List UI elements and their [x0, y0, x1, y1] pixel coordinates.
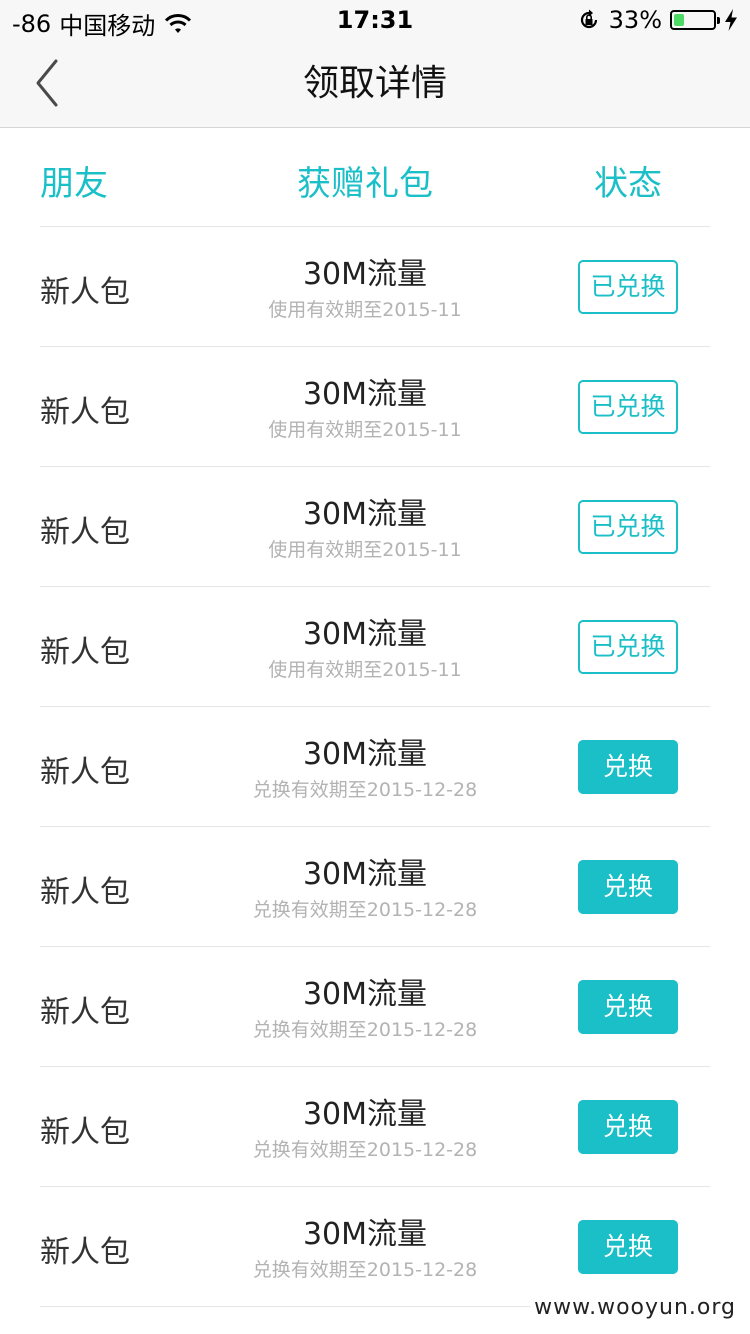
watermark: www.wooyun.org [530, 1295, 740, 1320]
table-row: 新人包 30M流量 兑换有效期至2015-12-28 兑换 [40, 827, 710, 947]
table-row: 新人包 30M流量 兑换有效期至2015-12-28 兑换 [40, 707, 710, 827]
redeemed-button[interactable]: 已兑换 [578, 620, 678, 674]
chevron-left-icon[interactable] [22, 54, 82, 114]
redeem-button[interactable]: 兑换 [578, 1100, 678, 1154]
table-header: 朋友 获赠礼包 状态 [40, 128, 710, 227]
status-bar-right: 33% [577, 6, 738, 34]
redeem-button[interactable]: 兑换 [578, 740, 678, 794]
page-title: 领取详情 [302, 63, 447, 104]
header-gift: 获赠礼包 [297, 164, 433, 204]
gift-list: 新人包 30M流量 使用有效期至2015-11 已兑换 新人包 30M流量 使用… [40, 227, 710, 1307]
redeem-button[interactable]: 兑换 [578, 860, 678, 914]
charging-bolt-icon [725, 9, 737, 31]
header-status: 状态 [594, 164, 662, 204]
battery-level-fill [674, 14, 684, 26]
redeemed-button[interactable]: 已兑换 [578, 260, 678, 314]
battery-percent: 33% [608, 6, 662, 34]
redeemed-button[interactable]: 已兑换 [578, 380, 678, 434]
status-bar: -86 中国移动 17:31 33% [0, 0, 750, 40]
table-row: 新人包 30M流量 使用有效期至2015-11 已兑换 [40, 347, 710, 467]
orientation-lock-icon [580, 9, 597, 29]
table-row: 新人包 30M流量 使用有效期至2015-11 已兑换 [40, 227, 710, 347]
navigation-bar: 领取详情 [0, 40, 750, 128]
table-row: 新人包 30M流量 兑换有效期至2015-12-28 兑换 [40, 1187, 710, 1307]
redeem-button[interactable]: 兑换 [578, 980, 678, 1034]
redeem-button[interactable]: 兑换 [578, 1220, 678, 1274]
battery-icon [670, 10, 720, 30]
table-row: 新人包 30M流量 兑换有效期至2015-12-28 兑换 [40, 947, 710, 1067]
screen: -86 中国移动 17:31 33% 领取详情 朋友 获赠礼包 状态 新人包 3… [0, 0, 750, 1334]
table-row: 新人包 30M流量 兑换有效期至2015-12-28 兑换 [40, 1067, 710, 1187]
table-row: 新人包 30M流量 使用有效期至2015-11 已兑换 [40, 467, 710, 587]
redeemed-button[interactable]: 已兑换 [578, 500, 678, 554]
table-row: 新人包 30M流量 使用有效期至2015-11 已兑换 [40, 587, 710, 707]
